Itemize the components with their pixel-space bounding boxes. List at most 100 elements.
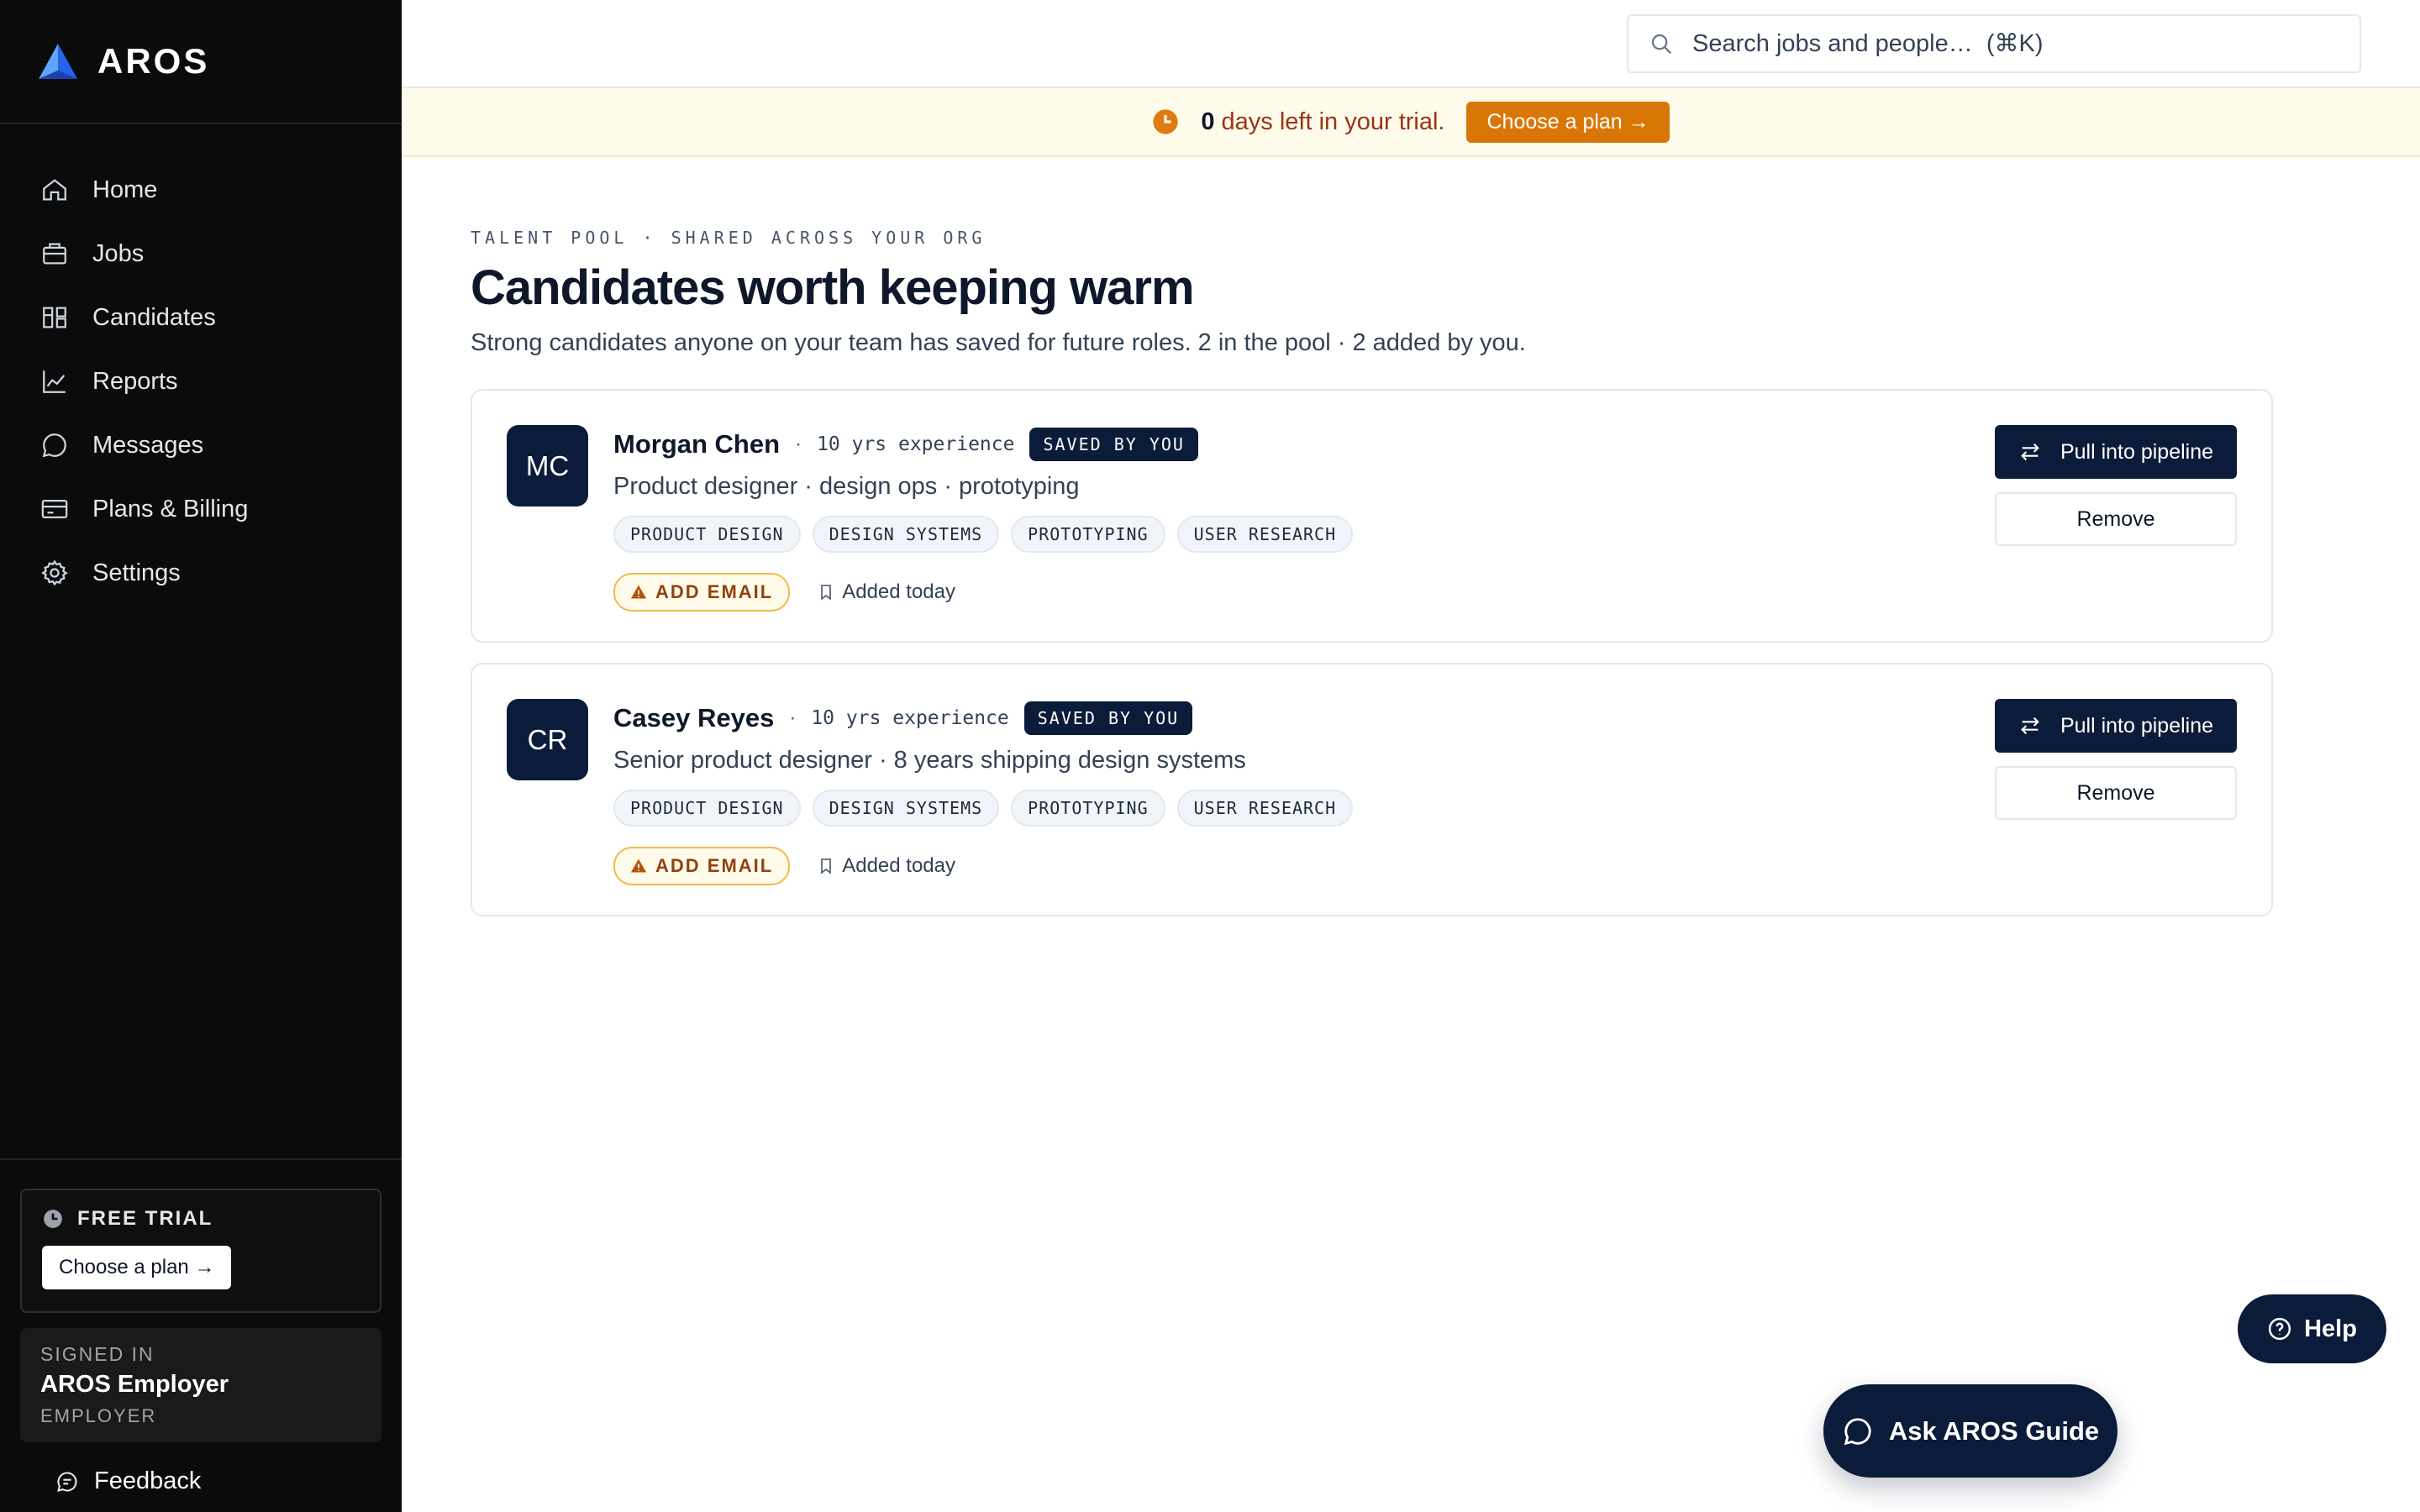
candidate-name-row: Casey Reyes · 10 yrs experience SAVED BY… (613, 701, 1353, 735)
trial-card: FREE TRIAL Choose a plan → (20, 1189, 381, 1313)
banner-choose-plan-button[interactable]: Choose a plan → (1466, 101, 1670, 143)
sidebar-footer: FREE TRIAL Choose a plan → SIGNED IN ARO… (0, 1158, 402, 1512)
avatar: MC (507, 425, 588, 507)
account-role: EMPLOYER (40, 1405, 157, 1426)
candidate-meta: ADD EMAIL Added today (613, 573, 1353, 612)
search-box[interactable] (1627, 14, 2361, 73)
page-title: Candidates worth keeping warm (471, 260, 1195, 315)
candidate-name[interactable]: Morgan Chen (613, 429, 780, 459)
help-button[interactable]: Help (2238, 1294, 2386, 1363)
bookmark-icon (821, 858, 832, 874)
board-icon (43, 307, 66, 328)
brand[interactable]: AROS (0, 0, 402, 124)
candidate-card[interactable]: MC Morgan Chen · 10 yrs experience SAVED… (471, 389, 2273, 643)
saved-badge: SAVED BY YOU (1023, 701, 1193, 735)
account-name: AROS Employer (40, 1371, 229, 1398)
add-email-button[interactable]: ADD EMAIL (613, 573, 791, 612)
signed-in-panel: SIGNED IN AROS Employer EMPLOYER (20, 1328, 381, 1442)
candidate-name[interactable]: Casey Reyes (613, 703, 774, 733)
avatar: CR (507, 699, 588, 780)
sidebar-item-reports[interactable]: Reports (0, 349, 402, 413)
skill-tags: PRODUCT DESIGN DESIGN SYSTEMS PROTOTYPIN… (613, 790, 1354, 827)
candidate-body: Casey Reyes · 10 yrs experience SAVED BY… (613, 701, 1354, 885)
remove-button[interactable]: Remove (1995, 766, 2237, 820)
skill-tag: DESIGN SYSTEMS (812, 516, 1000, 553)
sidebar-item-label: Settings (92, 559, 181, 586)
candidate-actions: Pull into pipeline Remove (1995, 699, 2237, 820)
feedback-button[interactable]: Feedback (20, 1442, 381, 1495)
help-icon (2268, 1317, 2291, 1341)
search-icon (1651, 34, 1672, 55)
skill-tag: USER RESEARCH (1176, 516, 1354, 553)
skill-tag: PRODUCT DESIGN (613, 790, 801, 827)
page-subtitle: Strong candidates anyone on your team ha… (471, 329, 1526, 356)
sidebar-item-label: Plans & Billing (92, 495, 249, 522)
topbar (402, 0, 2420, 88)
remove-button[interactable]: Remove (1995, 492, 2237, 546)
sidebar-item-label: Candidates (92, 303, 216, 331)
brand-name: AROS (97, 41, 210, 81)
pull-into-pipeline-button[interactable]: Pull into pipeline (1995, 699, 2237, 753)
skill-tag: DESIGN SYSTEMS (812, 790, 1000, 827)
home-icon (43, 179, 66, 201)
skill-tag: PRODUCT DESIGN (613, 516, 801, 553)
add-email-button[interactable]: ADD EMAIL (613, 847, 791, 885)
chat-icon (42, 433, 66, 458)
swap-icon (2021, 717, 2039, 735)
trial-days-count: 0 (1201, 108, 1215, 135)
choose-plan-button[interactable]: Choose a plan → (42, 1246, 232, 1289)
added-date: Added today (818, 580, 955, 604)
pull-into-pipeline-button[interactable]: Pull into pipeline (1995, 425, 2237, 479)
candidate-name-row: Morgan Chen · 10 yrs experience SAVED BY… (613, 428, 1353, 461)
skill-tag: PROTOTYPING (1011, 790, 1165, 827)
candidate-experience: 10 yrs experience (811, 707, 1009, 729)
sidebar-item-label: Home (92, 176, 158, 203)
sidebar: AROS Home Jobs Candidates Reports Messag… (0, 0, 402, 1512)
swap-icon (2021, 443, 2039, 461)
saved-badge: SAVED BY YOU (1029, 428, 1198, 461)
candidate-headline: Product designer · design ops · prototyp… (613, 473, 1080, 500)
page-eyebrow: TALENT POOL · SHARED ACROSS YOUR ORG (471, 228, 986, 248)
sidebar-nav: Home Jobs Candidates Reports Messages Pl… (0, 124, 402, 605)
trial-banner: 0 days left in your trial. Choose a plan… (402, 88, 2420, 157)
clock-icon (1153, 109, 1178, 134)
sidebar-item-plans-billing[interactable]: Plans & Billing (0, 477, 402, 541)
candidate-meta: ADD EMAIL Added today (613, 847, 1353, 885)
candidate-card[interactable]: CR Casey Reyes · 10 yrs experience SAVED… (471, 663, 2273, 916)
warning-icon (630, 858, 647, 873)
skill-tags: PRODUCT DESIGN DESIGN SYSTEMS PROTOTYPIN… (613, 516, 1354, 553)
warning-icon (630, 585, 647, 599)
skill-tag: PROTOTYPING (1011, 516, 1165, 553)
feedback-label: Feedback (94, 1467, 202, 1494)
briefcase-icon (43, 243, 66, 265)
main-content: TALENT POOL · SHARED ACROSS YOUR ORG Can… (471, 157, 2273, 916)
added-date: Added today (818, 854, 955, 878)
gear-icon (41, 559, 68, 586)
bookmark-icon (821, 585, 832, 601)
sidebar-item-messages[interactable]: Messages (0, 413, 402, 477)
ask-guide-button[interactable]: Ask AROS Guide (1823, 1384, 2118, 1478)
signed-in-label: SIGNED IN (40, 1343, 155, 1365)
skill-tag: USER RESEARCH (1176, 790, 1354, 827)
trial-banner-text: 0 days left in your trial. (1201, 108, 1445, 135)
sidebar-item-label: Messages (92, 431, 204, 459)
sidebar-item-settings[interactable]: Settings (0, 541, 402, 605)
sidebar-item-home[interactable]: Home (0, 158, 402, 222)
chart-icon (43, 370, 66, 393)
aros-logo-icon (39, 44, 77, 79)
chat-icon (1844, 1417, 1871, 1445)
clock-icon (44, 1210, 62, 1228)
candidate-actions: Pull into pipeline Remove (1995, 425, 2237, 546)
sidebar-item-candidates[interactable]: Candidates (0, 286, 402, 349)
sidebar-item-label: Reports (92, 367, 178, 395)
search-input[interactable] (1692, 29, 2331, 58)
separator-dot: · (795, 433, 802, 455)
feedback-icon (57, 1471, 77, 1492)
candidate-experience: 10 yrs experience (817, 433, 1015, 455)
sidebar-item-jobs[interactable]: Jobs (0, 222, 402, 286)
candidate-headline: Senior product designer · 8 years shippi… (613, 747, 1246, 774)
candidate-body: Morgan Chen · 10 yrs experience SAVED BY… (613, 428, 1354, 612)
card-icon (41, 499, 68, 519)
sidebar-item-label: Jobs (92, 239, 145, 267)
trial-label: FREE TRIAL (42, 1207, 360, 1231)
